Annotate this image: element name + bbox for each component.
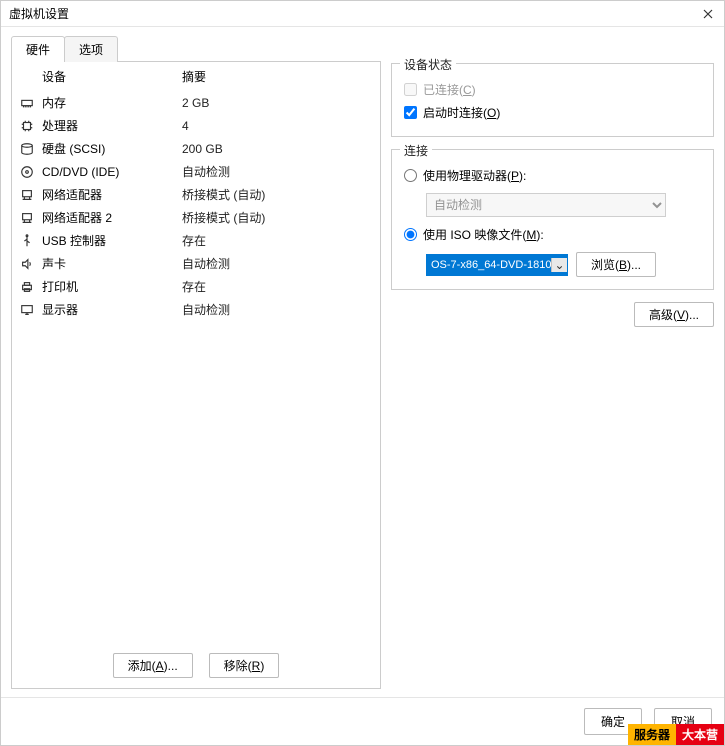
memory-icon — [20, 96, 42, 110]
network-icon — [20, 211, 42, 225]
add-button[interactable]: 添加(A)... — [113, 653, 193, 678]
physical-select: 自动检测 — [426, 193, 666, 217]
iso-combobox[interactable]: OS-7-x86_64-DVD-1810.iso ⌄ — [426, 254, 568, 276]
hw-nic2[interactable]: 网络适配器 2 桥接模式 (自动) — [12, 206, 380, 229]
connect-start-checkbox[interactable] — [404, 106, 417, 119]
printer-icon — [20, 280, 42, 294]
col-summary: 摘要 — [182, 68, 206, 85]
display-icon — [20, 303, 42, 317]
hw-disk[interactable]: 硬盘 (SCSI) 200 GB — [12, 137, 380, 160]
network-icon — [20, 188, 42, 202]
hw-nic1[interactable]: 网络适配器 桥接模式 (自动) — [12, 183, 380, 206]
hw-printer[interactable]: 打印机 存在 — [12, 275, 380, 298]
close-button[interactable] — [700, 6, 716, 22]
window-title: 虚拟机设置 — [9, 5, 69, 22]
usb-icon — [20, 234, 42, 248]
connection-group: 连接 使用物理驱动器(P): 自动检测 使用 ISO 映像文件(M): OS-7… — [391, 149, 714, 290]
disc-icon — [20, 165, 42, 179]
connected-checkbox — [404, 83, 417, 96]
hw-cddvd[interactable]: CD/DVD (IDE) 自动检测 — [12, 160, 380, 183]
connect-start-label: 启动时连接(O) — [423, 104, 500, 121]
physical-label: 使用物理驱动器(P): — [423, 167, 526, 184]
status-legend: 设备状态 — [400, 56, 456, 73]
iso-value: OS-7-x86_64-DVD-1810.iso — [427, 259, 551, 271]
hardware-list: 设备 摘要 内存 2 GB 处理器 4 硬盘 (SCSI) 200 GB CD/… — [11, 61, 381, 689]
iso-label: 使用 ISO 映像文件(M): — [423, 226, 544, 243]
iso-radio[interactable] — [404, 228, 417, 241]
watermark: 服务器 大本营 — [628, 724, 724, 745]
remove-button[interactable]: 移除(R) — [209, 653, 280, 678]
hw-display[interactable]: 显示器 自动检测 — [12, 298, 380, 321]
col-device: 设备 — [42, 68, 182, 85]
hw-cpu[interactable]: 处理器 4 — [12, 114, 380, 137]
tab-options[interactable]: 选项 — [64, 36, 118, 62]
advanced-button[interactable]: 高级(V)... — [634, 302, 714, 327]
browse-button[interactable]: 浏览(B)... — [576, 252, 656, 277]
chevron-down-icon[interactable]: ⌄ — [551, 258, 567, 272]
cpu-icon — [20, 119, 42, 133]
hw-sound[interactable]: 声卡 自动检测 — [12, 252, 380, 275]
tab-hardware[interactable]: 硬件 — [11, 36, 65, 62]
hw-usb[interactable]: USB 控制器 存在 — [12, 229, 380, 252]
connected-label: 已连接(C) — [423, 81, 476, 98]
sound-icon — [20, 257, 42, 271]
physical-radio[interactable] — [404, 169, 417, 182]
hw-memory[interactable]: 内存 2 GB — [12, 91, 380, 114]
disk-icon — [20, 142, 42, 156]
device-status-group: 设备状态 已连接(C) 启动时连接(O) — [391, 63, 714, 137]
connection-legend: 连接 — [400, 142, 432, 159]
